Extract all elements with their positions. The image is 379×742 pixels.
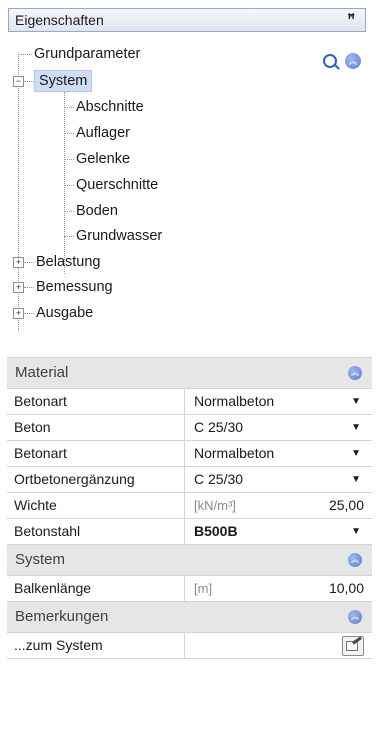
expand-box-icon[interactable]: + bbox=[13, 257, 24, 268]
property-name: ...zum System bbox=[7, 633, 185, 658]
section-bemerkungen[interactable]: Bemerkungen ︽ bbox=[7, 602, 372, 633]
tree-item-ausgabe[interactable]: Ausgabe bbox=[36, 303, 93, 323]
property-name: Betonart bbox=[7, 389, 185, 414]
expand-box-icon[interactable]: + bbox=[13, 282, 24, 293]
tree-item-label: Ausgabe bbox=[36, 305, 94, 321]
collapse-icon[interactable]: ︽ bbox=[348, 553, 362, 567]
property-number-input[interactable]: [m] 10,00 bbox=[185, 576, 372, 601]
section-system[interactable]: System ︽ bbox=[7, 545, 372, 576]
pin-icon[interactable]: ꟸ bbox=[348, 11, 356, 27]
collapse-box-icon[interactable]: − bbox=[13, 76, 24, 87]
section-material[interactable]: Material ︽ bbox=[7, 358, 372, 389]
tree-item-belastung[interactable]: Belastung bbox=[36, 252, 101, 272]
tree-connector bbox=[64, 159, 74, 160]
tree-item-boden[interactable]: Boden bbox=[76, 201, 118, 221]
dropdown-arrow-icon[interactable]: ▼ bbox=[351, 467, 361, 492]
unit-label: [m] bbox=[194, 581, 213, 596]
collapse-icon[interactable]: ︽ bbox=[348, 366, 362, 380]
dropdown-value: Normalbeton bbox=[194, 393, 275, 409]
tree-item-label: Belastung bbox=[36, 254, 101, 270]
section-label: System bbox=[15, 551, 66, 568]
tree-item-system[interactable]: System bbox=[34, 70, 93, 92]
edit-icon[interactable] bbox=[342, 636, 364, 656]
property-dropdown[interactable]: B500B ▼ bbox=[185, 519, 372, 544]
property-number-input[interactable]: [kN/m³] 25,00 bbox=[185, 493, 372, 518]
tree-connector bbox=[24, 287, 34, 288]
tree-connector bbox=[24, 262, 34, 263]
property-name: Wichte bbox=[7, 493, 185, 518]
tree-item-label: Grundwasser bbox=[76, 228, 163, 244]
dropdown-value: B500B bbox=[194, 523, 238, 539]
tree-connector bbox=[64, 107, 74, 108]
property-dropdown[interactable]: Normalbeton ▼ bbox=[185, 389, 372, 414]
property-row[interactable]: Ortbetonergänzung C 25/30 ▼ bbox=[7, 467, 372, 493]
dropdown-arrow-icon[interactable]: ▼ bbox=[351, 441, 361, 466]
tree-item-auflager[interactable]: Auflager bbox=[76, 123, 130, 143]
unit-label: [kN/m³] bbox=[194, 498, 236, 513]
section-label: Bemerkungen bbox=[15, 608, 109, 625]
tree-item-bemessung[interactable]: Bemessung bbox=[36, 277, 113, 297]
dropdown-value: C 25/30 bbox=[194, 419, 244, 435]
property-name: Balkenlänge bbox=[7, 576, 185, 601]
section-label: Material bbox=[15, 364, 69, 381]
dropdown-arrow-icon[interactable]: ▼ bbox=[351, 415, 361, 440]
tree-item-label: Abschnitte bbox=[76, 99, 144, 115]
property-row[interactable]: Betonart Normalbeton ▼ bbox=[7, 389, 372, 415]
tree-item-label: Gelenke bbox=[76, 151, 131, 167]
property-dropdown[interactable]: Normalbeton ▼ bbox=[185, 441, 372, 466]
expand-box-icon[interactable]: + bbox=[13, 308, 24, 319]
navigation-tree: Grundparameter − System Abschnitte Aufla… bbox=[13, 40, 363, 331]
dropdown-value: C 25/30 bbox=[194, 471, 244, 487]
tree-connector bbox=[24, 81, 34, 82]
collapse-all-icon[interactable]: ︽ bbox=[345, 53, 361, 69]
tree-connector bbox=[64, 92, 65, 274]
tree-connector bbox=[64, 211, 74, 212]
tree-item-label: System bbox=[39, 73, 88, 89]
property-dropdown[interactable]: C 25/30 ▼ bbox=[185, 467, 372, 492]
tree-connector bbox=[24, 313, 34, 314]
tree-item-gelenke[interactable]: Gelenke bbox=[76, 149, 130, 169]
property-row[interactable]: Beton C 25/30 ▼ bbox=[7, 415, 372, 441]
tree-connector bbox=[64, 185, 74, 186]
tree-item-querschnitte[interactable]: Querschnitte bbox=[76, 175, 158, 195]
tree-item-label: Querschnitte bbox=[76, 177, 159, 193]
number-value[interactable]: 10,00 bbox=[329, 576, 364, 601]
property-row[interactable]: Betonstahl B500B ▼ bbox=[7, 519, 372, 545]
property-row[interactable]: Balkenlänge [m] 10,00 bbox=[7, 576, 372, 602]
property-dropdown[interactable]: C 25/30 ▼ bbox=[185, 415, 372, 440]
collapse-icon[interactable]: ︽ bbox=[348, 610, 362, 624]
property-name: Beton bbox=[7, 415, 185, 440]
property-grid: Material ︽ Betonart Normalbeton ▼ Beton … bbox=[7, 357, 372, 659]
properties-panel-header: Eigenschaften ꟸ bbox=[8, 8, 366, 32]
tree-item-label: Auflager bbox=[76, 125, 131, 141]
tree-connector bbox=[64, 236, 74, 237]
dropdown-arrow-icon[interactable]: ▼ bbox=[351, 519, 361, 544]
tree-item-abschnitte[interactable]: Abschnitte bbox=[76, 97, 144, 117]
tree-item-grundwasser[interactable]: Grundwasser bbox=[76, 226, 162, 246]
tree-connector bbox=[18, 54, 32, 55]
search-icon[interactable] bbox=[323, 54, 337, 68]
tree-item-label: Boden bbox=[76, 203, 118, 219]
tree-item-label: Grundparameter bbox=[34, 46, 141, 62]
property-name: Betonstahl bbox=[7, 519, 185, 544]
tree-connector bbox=[64, 133, 74, 134]
dropdown-arrow-icon[interactable]: ▼ bbox=[351, 389, 361, 414]
tree-item-grundparameter[interactable]: Grundparameter bbox=[34, 44, 140, 64]
panel-title: Eigenschaften bbox=[15, 12, 104, 28]
number-value[interactable]: 25,00 bbox=[329, 493, 364, 518]
property-row[interactable]: Wichte [kN/m³] 25,00 bbox=[7, 493, 372, 519]
property-row[interactable]: Betonart Normalbeton ▼ bbox=[7, 441, 372, 467]
property-edit-cell[interactable] bbox=[185, 633, 372, 658]
tree-item-label: Bemessung bbox=[36, 279, 113, 295]
property-name: Betonart bbox=[7, 441, 185, 466]
property-name: Ortbetonergänzung bbox=[7, 467, 185, 492]
property-row[interactable]: ...zum System bbox=[7, 633, 372, 659]
dropdown-value: Normalbeton bbox=[194, 445, 275, 461]
